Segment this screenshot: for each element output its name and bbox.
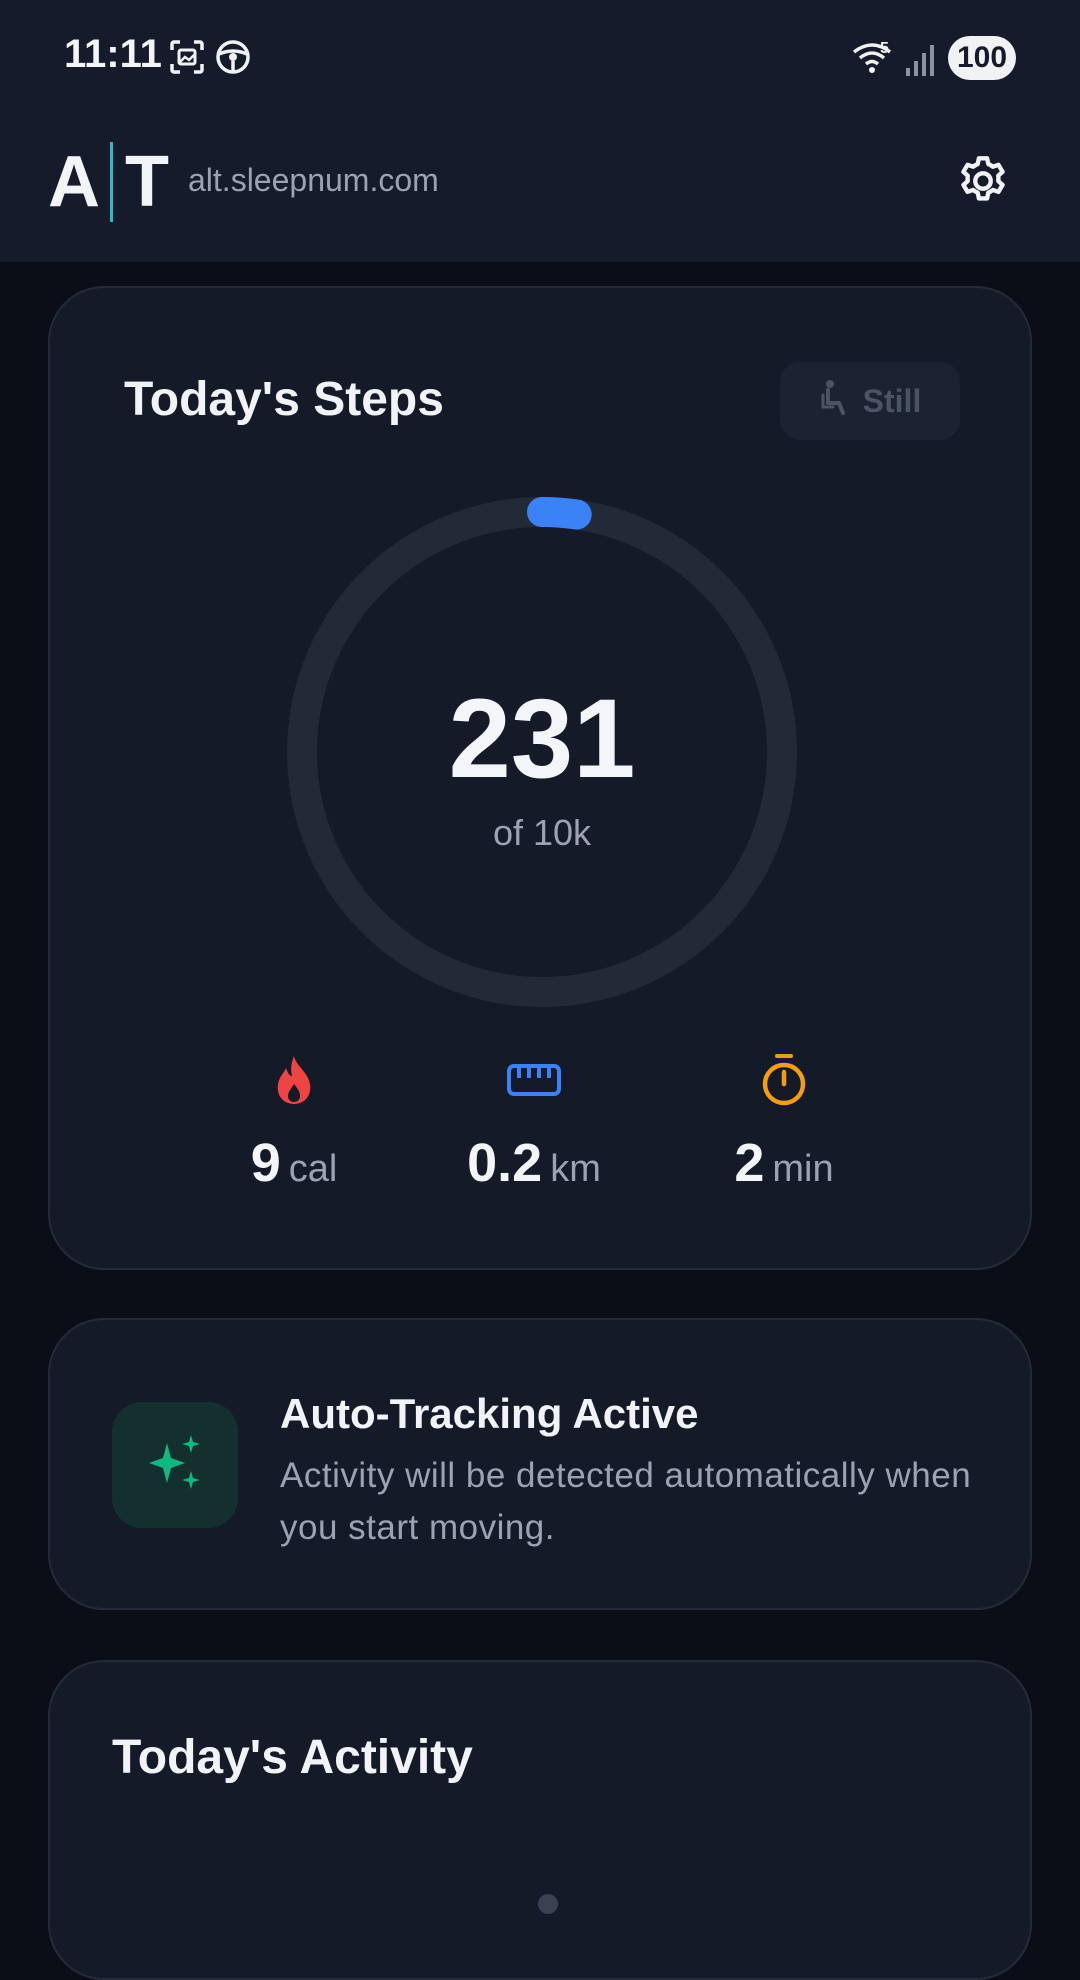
settings-button[interactable] [952, 152, 1014, 214]
activity-card: Today's Activity [48, 1660, 1032, 1980]
site-url: alt.sleepnum.com [188, 162, 439, 198]
wifi-badge: 5 [880, 40, 889, 57]
duration-unit: min [772, 1148, 834, 1190]
steps-goal: of 10k [492, 812, 592, 853]
stopwatch-icon [760, 1053, 808, 1112]
flame-icon [272, 1054, 316, 1111]
battery-level: 100 [948, 36, 1016, 80]
steps-progress-ring: 231 of 10k [284, 494, 800, 1010]
auto-tracking-card: Auto-Tracking Active Activity will be de… [48, 1318, 1032, 1610]
calories-value: 9 [250, 1133, 281, 1193]
app-logo[interactable]: A T [48, 134, 169, 230]
distance-unit: km [550, 1148, 601, 1190]
auto-tracking-description: Activity will be detected automatically … [280, 1456, 972, 1547]
logo-divider [110, 142, 113, 222]
app-header: A T alt.sleepnum.com [0, 110, 1080, 262]
steps-card: Today's Steps Still 231 of 10k 9 cal 0.2… [48, 286, 1032, 1270]
activity-state-button[interactable]: Still [780, 362, 960, 440]
wifi-icon [852, 40, 896, 79]
distance-stat: 0.2 km [414, 1052, 654, 1194]
steps-count: 231 [448, 676, 636, 801]
gear-icon [954, 152, 1012, 215]
duration-stat: 2 min [664, 1052, 904, 1194]
status-bar: 11:11 5 100 [0, 0, 1080, 110]
activity-state-label: Still [862, 382, 922, 419]
distance-value: 0.2 [467, 1133, 543, 1193]
duration-value: 2 [734, 1133, 765, 1193]
screenshot-icon [168, 38, 206, 81]
steps-card-title: Today's Steps [124, 373, 444, 426]
calories-stat: 9 cal [174, 1052, 414, 1194]
logo-letter-t: T [125, 142, 169, 222]
ruler-icon [506, 1063, 562, 1102]
steering-wheel-icon [214, 38, 252, 81]
activity-card-title: Today's Activity [112, 1731, 473, 1784]
status-time: 11:11 [64, 32, 162, 76]
seated-person-icon [819, 379, 851, 423]
signal-icon [904, 42, 936, 81]
auto-tracking-icon-box [112, 1402, 238, 1528]
logo-letter-a: A [48, 142, 100, 222]
calories-unit: cal [288, 1148, 338, 1190]
auto-tracking-title: Auto-Tracking Active [280, 1390, 699, 1437]
loading-indicator [538, 1894, 558, 1914]
sparkles-icon [143, 1431, 207, 1500]
